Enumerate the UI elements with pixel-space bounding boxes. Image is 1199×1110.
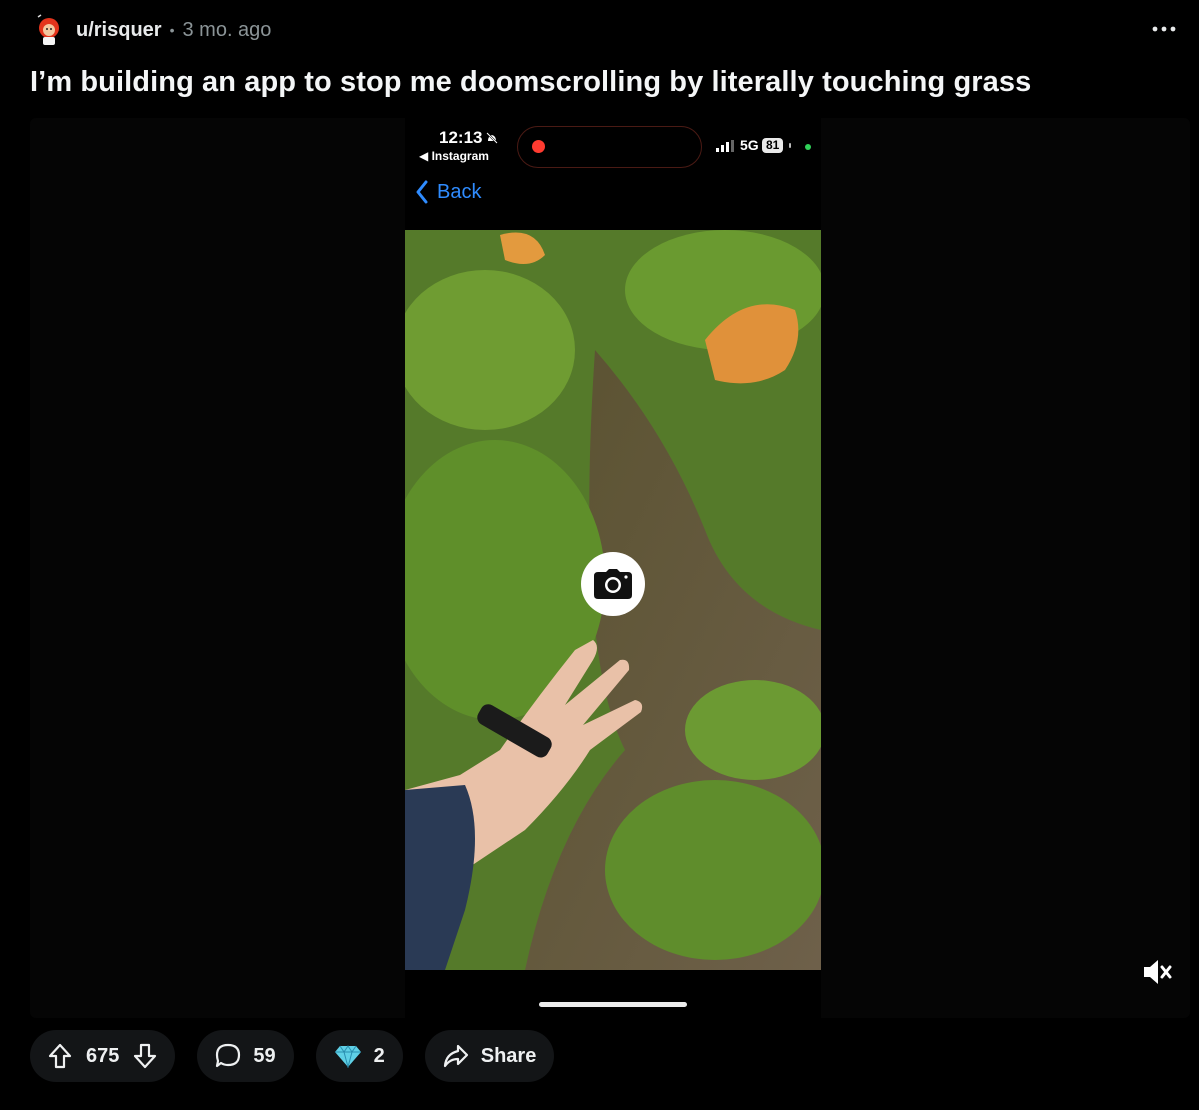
award-count: 2 (373, 1044, 385, 1067)
capture-button (581, 552, 645, 616)
mute-toggle-button[interactable] (1134, 950, 1178, 994)
username-link[interactable]: u/risquer (76, 19, 162, 42)
post: u/risquer • 3 mo. ago I’m building an ap… (0, 0, 1199, 1110)
arrow-up-icon (48, 1043, 72, 1069)
share-button[interactable]: Share (424, 1030, 555, 1082)
upvote-button[interactable] (48, 1043, 72, 1069)
comments-button[interactable]: 59 (197, 1030, 294, 1082)
speaker-muted-icon (1144, 960, 1172, 984)
phone-clock: 12:13 (439, 128, 483, 147)
camera-viewfinder (405, 230, 821, 970)
phone-status-bar: 12:13 ◀ Instagram 5G 81 (405, 118, 821, 178)
arrow-down-icon (134, 1043, 157, 1069)
gem-icon (334, 1045, 361, 1068)
battery-level: 81 (762, 138, 784, 153)
dynamic-island (517, 126, 702, 168)
post-title[interactable]: I’m building an app to stop me doomscrol… (30, 66, 1031, 99)
recording-indicator (532, 140, 545, 153)
home-indicator (539, 1002, 687, 1007)
camera-icon (594, 569, 632, 599)
phone-back-to-app: ◀ Instagram (419, 149, 489, 163)
phone-nav-back: Back (415, 180, 481, 204)
more-horizontal-icon (1152, 26, 1176, 32)
vote-control: 675 (30, 1030, 176, 1082)
network-type: 5G (740, 137, 759, 153)
post-header: u/risquer • 3 mo. ago (32, 10, 1179, 50)
downvote-button[interactable] (133, 1043, 157, 1069)
chevron-left-icon (416, 180, 428, 204)
meta-separator: • (169, 22, 175, 38)
bell-slash-icon (486, 132, 498, 144)
speech-bubble-icon (216, 1043, 241, 1068)
post-action-bar: 675 59 2 Share (30, 1030, 555, 1084)
comment-count: 59 (253, 1044, 276, 1067)
award-button[interactable]: 2 (315, 1030, 403, 1082)
video-frame-phone-screen: 12:13 ◀ Instagram 5G 81 Back (405, 118, 821, 1018)
cell-signal-icon (716, 140, 734, 152)
vote-score: 675 (86, 1044, 120, 1067)
camera-in-use-indicator (805, 144, 811, 150)
share-label: Share (480, 1044, 537, 1067)
share-arrow-icon (443, 1044, 468, 1068)
phone-back-label: Back (437, 180, 482, 203)
avatar[interactable] (32, 13, 66, 47)
post-timestamp: 3 mo. ago (182, 18, 272, 41)
more-options-button[interactable] (1149, 14, 1179, 44)
battery-tip (789, 143, 791, 148)
avatar-image (37, 14, 59, 45)
